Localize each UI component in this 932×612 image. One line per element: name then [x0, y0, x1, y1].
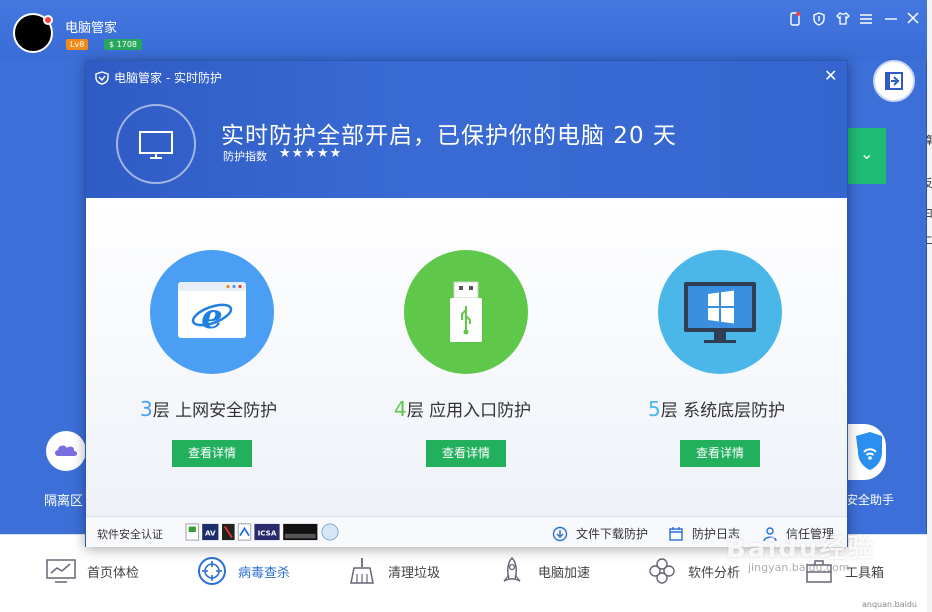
watermark-url: jingyan.baidu.com [748, 561, 850, 574]
rocket-icon [496, 555, 528, 587]
window-header: 电脑管家 Lv8 $ 1708 [0, 0, 927, 60]
svg-text:ICSA: ICSA [258, 529, 277, 538]
dialog-body: e 3层 上网安全防护 查看详情 4层 应用入口防护 查看详情 5层 系统底层防… [86, 198, 847, 516]
flower-icon [646, 555, 678, 587]
nav-label: 清理垃圾 [388, 565, 441, 581]
nav-clean-junk[interactable]: 清理垃圾 [346, 555, 440, 587]
web-details-button[interactable]: 查看详情 [172, 440, 252, 467]
protection-headline: 实时防护全部开启，已保护你的电脑 20 天 [221, 123, 677, 149]
nav-label: 病毒查杀 [238, 565, 291, 581]
broom-icon [346, 555, 378, 587]
skin-icon[interactable] [834, 11, 852, 30]
protection-index-stars: ★★★★★ [279, 146, 343, 161]
nav-label: 首页体检 [87, 565, 140, 581]
monitor-badge [116, 104, 196, 184]
dialog-title: 电脑管家 - 实时防护 [114, 71, 222, 85]
download-icon [552, 526, 568, 541]
app-title: 电脑管家 [65, 21, 118, 36]
svg-text:e: e [201, 297, 223, 337]
certification-logos[interactable]: AV ICSA [177, 523, 357, 541]
close-icon[interactable] [904, 12, 922, 30]
dialog-close-icon[interactable]: ✕ [824, 66, 837, 85]
virus-target-icon [196, 555, 228, 587]
monitor-icon [139, 131, 173, 159]
nav-speed-up[interactable]: 电脑加速 [496, 555, 590, 587]
watermark-brand: Baidu经验 [726, 534, 876, 564]
safety-assistant-label: 安全助手 [846, 493, 895, 507]
certification-label: 软件安全认证 [97, 528, 163, 541]
link-label: 文件下载防护 [576, 527, 649, 541]
phone-icon[interactable] [786, 12, 804, 30]
windows-monitor-icon [658, 250, 782, 374]
nav-virus-scan[interactable]: 病毒查杀 [196, 555, 290, 587]
quarantine-button[interactable] [46, 431, 86, 471]
notification-dot [43, 15, 53, 25]
layer-number: 5 [648, 397, 661, 421]
app-details-button[interactable]: 查看详情 [426, 440, 506, 467]
browser-icon: e [150, 250, 274, 374]
card-system-label: 5层 系统底层防护 [648, 396, 785, 421]
card-web-protection: e [150, 250, 274, 374]
coin-badge[interactable]: $ 1708 [104, 39, 142, 50]
card-system-layer [658, 250, 782, 374]
expand-button[interactable]: ⌄ [848, 128, 886, 184]
realtime-protection-dialog: 电脑管家 - 实时防护 ✕ 实时防护全部开启，已保护你的电脑 20 天 防护指数… [85, 60, 848, 547]
menu-icon[interactable] [857, 12, 875, 30]
nav-label: 电脑加速 [538, 565, 591, 581]
minimize-icon[interactable] [882, 12, 900, 30]
layer-text: 层 应用入口防护 [406, 401, 532, 421]
layer-text: 层 系统底层防护 [660, 401, 786, 421]
protection-index-label: 防护指数 [223, 150, 267, 163]
watermark-small: anquan.baidu [862, 600, 917, 609]
card-web-label: 3层 上网安全防护 [140, 396, 277, 421]
dialog-header: 电脑管家 - 实时防护 ✕ 实时防护全部开启，已保护你的电脑 20 天 防护指数… [86, 61, 847, 198]
quarantine-label: 隔离区 [44, 494, 84, 509]
usb-icon [404, 250, 528, 374]
safety-assistant-button[interactable] [842, 424, 886, 480]
calendar-icon [669, 526, 683, 541]
file-download-protection-link[interactable]: 文件下载防护 [552, 525, 648, 542]
shield-icon[interactable] [810, 12, 828, 30]
card-app-entry [404, 250, 528, 374]
layer-number: 3 [140, 397, 153, 421]
layer-text: 层 上网安全防护 [152, 401, 278, 421]
chevron-down-icon: ⌄ [860, 144, 874, 163]
layer-number: 4 [394, 397, 407, 421]
nav-home-check[interactable]: 首页体检 [45, 555, 139, 587]
logo-shield-icon [95, 70, 109, 89]
svg-text:AV: AV [205, 529, 216, 538]
exit-panel-button[interactable] [873, 60, 915, 102]
card-app-label: 4层 应用入口防护 [394, 396, 531, 421]
monitor-chart-icon [45, 555, 77, 587]
level-badge[interactable]: Lv8 [66, 39, 89, 50]
system-details-button[interactable]: 查看详情 [680, 440, 760, 467]
